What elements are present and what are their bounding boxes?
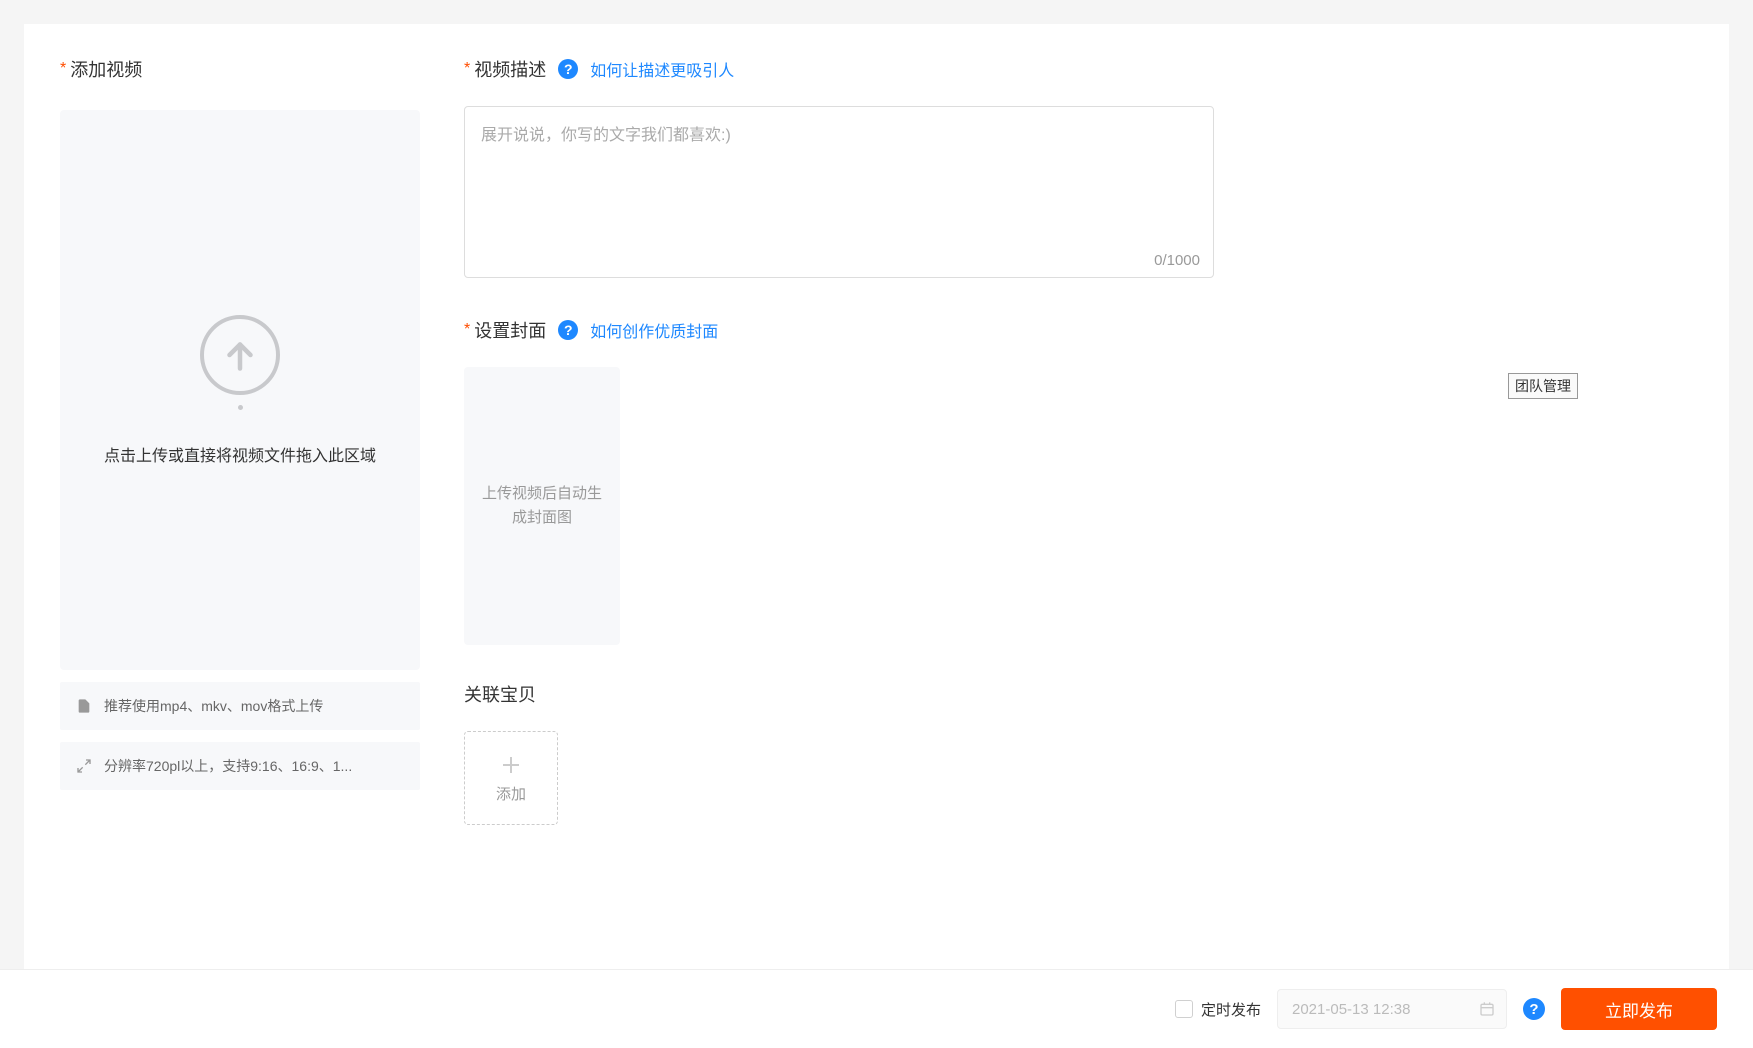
upload-icon-circle xyxy=(200,315,280,395)
publish-button[interactable]: 立即发布 xyxy=(1561,988,1717,1030)
required-asterisk: * xyxy=(464,60,470,78)
date-input-wrapper xyxy=(1277,989,1507,1029)
description-label: * 视频描述 xyxy=(464,56,546,82)
description-textarea[interactable] xyxy=(464,106,1214,278)
required-asterisk: * xyxy=(60,60,66,78)
description-title: 视频描述 xyxy=(474,56,546,82)
schedule-label: 定时发布 xyxy=(1201,999,1261,1020)
resolution-info-text: 分辨率720pl以上，支持9:16、16:9、1... xyxy=(104,756,352,776)
right-column: * 视频描述 ? 如何让描述更吸引人 0/1000 * 设置封面 ? 如何创作优… xyxy=(464,56,1214,892)
team-management-badge[interactable]: 团队管理 xyxy=(1508,373,1578,399)
related-title: 关联宝贝 xyxy=(464,681,1214,707)
plus-icon xyxy=(499,753,523,777)
calendar-icon xyxy=(1479,1001,1495,1017)
required-asterisk: * xyxy=(464,321,470,339)
cover-help-link[interactable]: 如何创作优质封面 xyxy=(590,318,718,342)
add-video-label: * 添加视频 xyxy=(60,56,420,82)
format-info-text: 推荐使用mp4、mkv、mov格式上传 xyxy=(104,696,323,716)
footer-help-icon[interactable]: ? xyxy=(1523,998,1545,1020)
video-upload-area[interactable]: 点击上传或直接将视频文件拖入此区域 xyxy=(60,110,420,670)
upload-instruction-text: 点击上传或直接将视频文件拖入此区域 xyxy=(84,442,396,466)
left-column: * 添加视频 点击上传或直接将视频文件拖入此区域 推荐使用m xyxy=(60,56,420,892)
description-header: * 视频描述 ? 如何让描述更吸引人 xyxy=(464,56,1214,82)
add-related-item-button[interactable]: 添加 xyxy=(464,731,558,825)
cover-title: 设置封面 xyxy=(474,317,546,343)
schedule-checkbox[interactable] xyxy=(1175,1000,1193,1018)
char-counter: 0/1000 xyxy=(1154,252,1200,269)
upload-dot-icon xyxy=(238,405,243,410)
related-section: 关联宝贝 添加 xyxy=(464,681,1214,825)
add-video-title: 添加视频 xyxy=(70,56,142,82)
cover-placeholder-area[interactable]: 上传视频后自动生成封面图 xyxy=(464,367,620,645)
add-text: 添加 xyxy=(496,783,526,804)
cover-header: * 设置封面 ? 如何创作优质封面 xyxy=(464,317,1214,343)
expand-icon xyxy=(76,758,92,774)
schedule-date-input[interactable] xyxy=(1277,989,1507,1029)
content-area: * 添加视频 点击上传或直接将视频文件拖入此区域 推荐使用m xyxy=(24,24,1729,972)
resolution-info-box: 分辨率720pl以上，支持9:16、16:9、1... xyxy=(60,742,420,790)
cover-label: * 设置封面 xyxy=(464,317,546,343)
help-icon[interactable]: ? xyxy=(558,320,578,340)
file-icon xyxy=(76,698,92,714)
format-info-box: 推荐使用mp4、mkv、mov格式上传 xyxy=(60,682,420,730)
description-textarea-wrapper: 0/1000 xyxy=(464,106,1214,281)
page-container: * 添加视频 点击上传或直接将视频文件拖入此区域 推荐使用m xyxy=(0,0,1753,1048)
cover-placeholder-text: 上传视频后自动生成封面图 xyxy=(464,482,620,530)
description-help-link[interactable]: 如何让描述更吸引人 xyxy=(590,57,734,81)
footer-bar: 定时发布 ? 立即发布 xyxy=(0,969,1753,1048)
upload-arrow-icon xyxy=(222,337,258,373)
schedule-checkbox-wrapper: 定时发布 xyxy=(1175,999,1261,1020)
help-icon[interactable]: ? xyxy=(558,59,578,79)
